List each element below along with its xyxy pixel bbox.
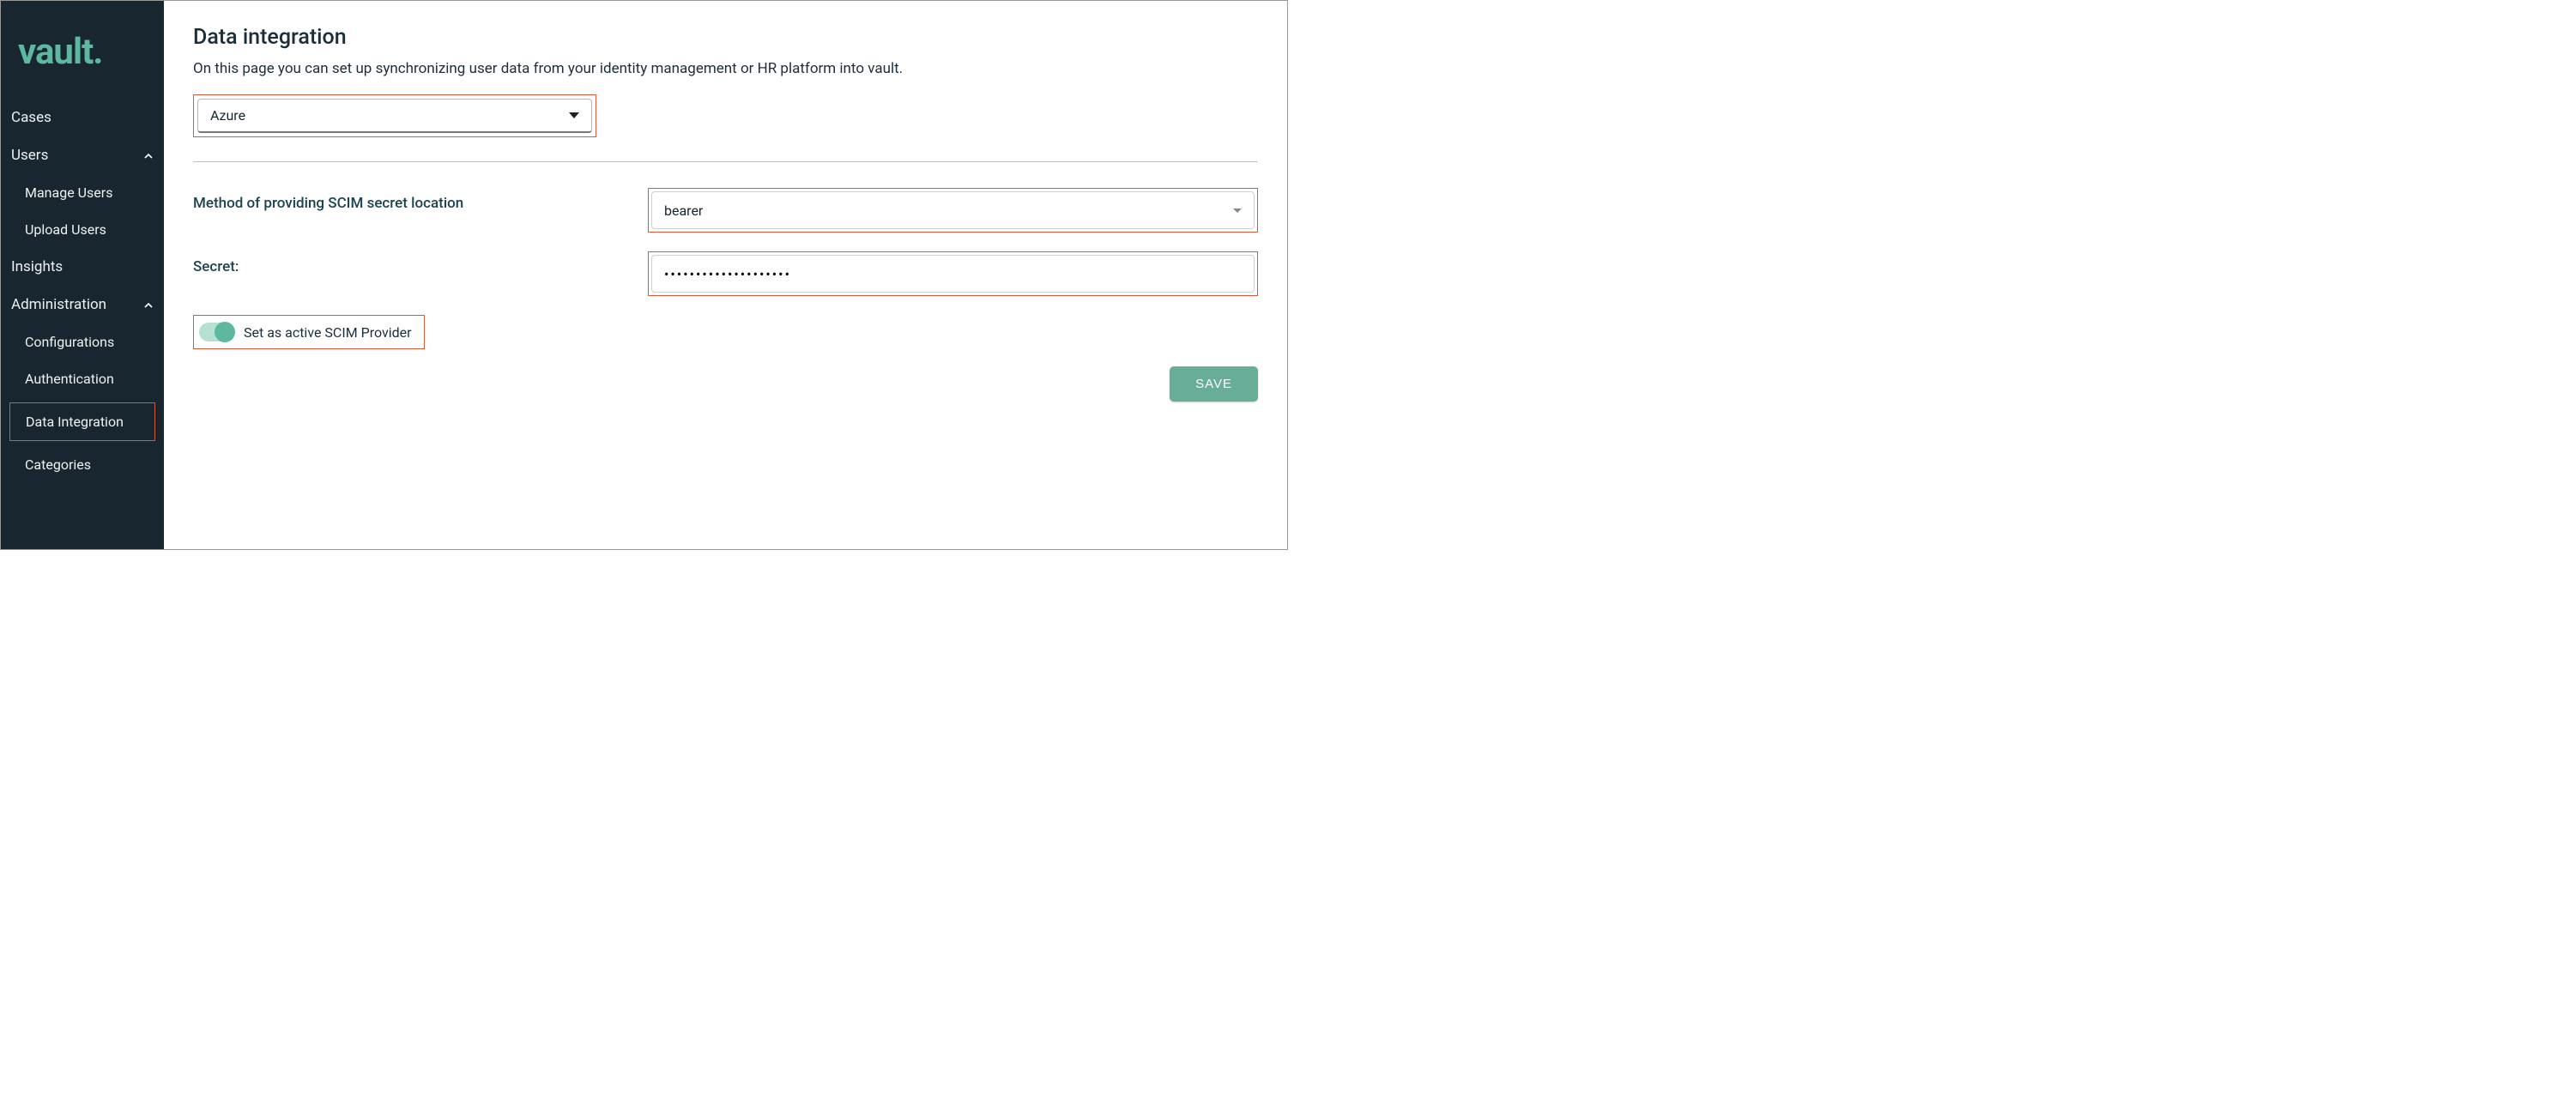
active-provider-toggle-highlight: Set as active SCIM Provider xyxy=(193,315,425,349)
actions-row: SAVE xyxy=(193,366,1258,402)
sidebar-item-label: Configurations xyxy=(25,334,114,350)
page-title: Data integration xyxy=(193,25,1258,50)
sidebar-item-categories[interactable]: Categories xyxy=(1,446,164,483)
caret-down-icon xyxy=(569,112,579,118)
sidebar-item-cases[interactable]: Cases xyxy=(1,99,164,136)
sidebar-item-insights[interactable]: Insights xyxy=(1,248,164,286)
provider-select-highlight: Azure xyxy=(193,94,596,137)
chevron-up-icon xyxy=(142,299,154,311)
provider-select-value: Azure xyxy=(210,107,245,124)
sidebar-item-label: Data Integration xyxy=(26,414,124,430)
scim-method-highlight: bearer xyxy=(648,188,1258,233)
active-provider-toggle[interactable] xyxy=(199,323,233,341)
sidebar-item-configurations[interactable]: Configurations xyxy=(1,323,164,360)
sidebar-item-label: Insights xyxy=(11,258,63,275)
sidebar-item-data-integration-highlight: Data Integration xyxy=(9,402,155,441)
save-button[interactable]: SAVE xyxy=(1170,366,1258,402)
sidebar-item-users[interactable]: Users xyxy=(1,136,164,174)
sidebar: vault. Cases Users Manage Users Upload U… xyxy=(1,1,164,549)
secret-input[interactable] xyxy=(651,255,1255,293)
sidebar-item-label: Upload Users xyxy=(25,221,106,238)
provider-select[interactable]: Azure xyxy=(197,99,592,133)
secret-row: Secret: xyxy=(193,251,1258,296)
sidebar-item-upload-users[interactable]: Upload Users xyxy=(1,211,164,248)
scim-method-row: Method of providing SCIM secret location… xyxy=(193,188,1258,233)
sidebar-item-manage-users[interactable]: Manage Users xyxy=(1,174,164,211)
caret-down-icon xyxy=(1233,209,1242,213)
secret-label: Secret: xyxy=(193,251,648,275)
sidebar-item-label: Administration xyxy=(11,296,106,313)
scim-method-value: bearer xyxy=(664,202,703,219)
active-provider-label: Set as active SCIM Provider xyxy=(244,324,412,341)
brand-logo: vault. xyxy=(1,14,164,99)
scim-method-label: Method of providing SCIM secret location xyxy=(193,188,648,212)
sidebar-item-label: Categories xyxy=(25,456,91,473)
chevron-up-icon xyxy=(142,149,154,161)
sidebar-item-label: Authentication xyxy=(25,371,114,387)
toggle-knob-icon xyxy=(215,322,235,342)
sidebar-item-label: Users xyxy=(11,147,48,164)
sidebar-item-label: Cases xyxy=(11,109,51,126)
sidebar-item-label: Manage Users xyxy=(25,184,112,201)
sidebar-item-administration[interactable]: Administration xyxy=(1,286,164,323)
scim-method-select[interactable]: bearer xyxy=(651,191,1255,229)
secret-highlight xyxy=(648,251,1258,296)
sidebar-item-data-integration[interactable]: Data Integration xyxy=(10,403,154,440)
sidebar-item-authentication[interactable]: Authentication xyxy=(1,360,164,397)
divider xyxy=(193,161,1258,162)
page-description: On this page you can set up synchronizin… xyxy=(193,60,1258,77)
main-content: Data integration On this page you can se… xyxy=(164,1,1287,549)
